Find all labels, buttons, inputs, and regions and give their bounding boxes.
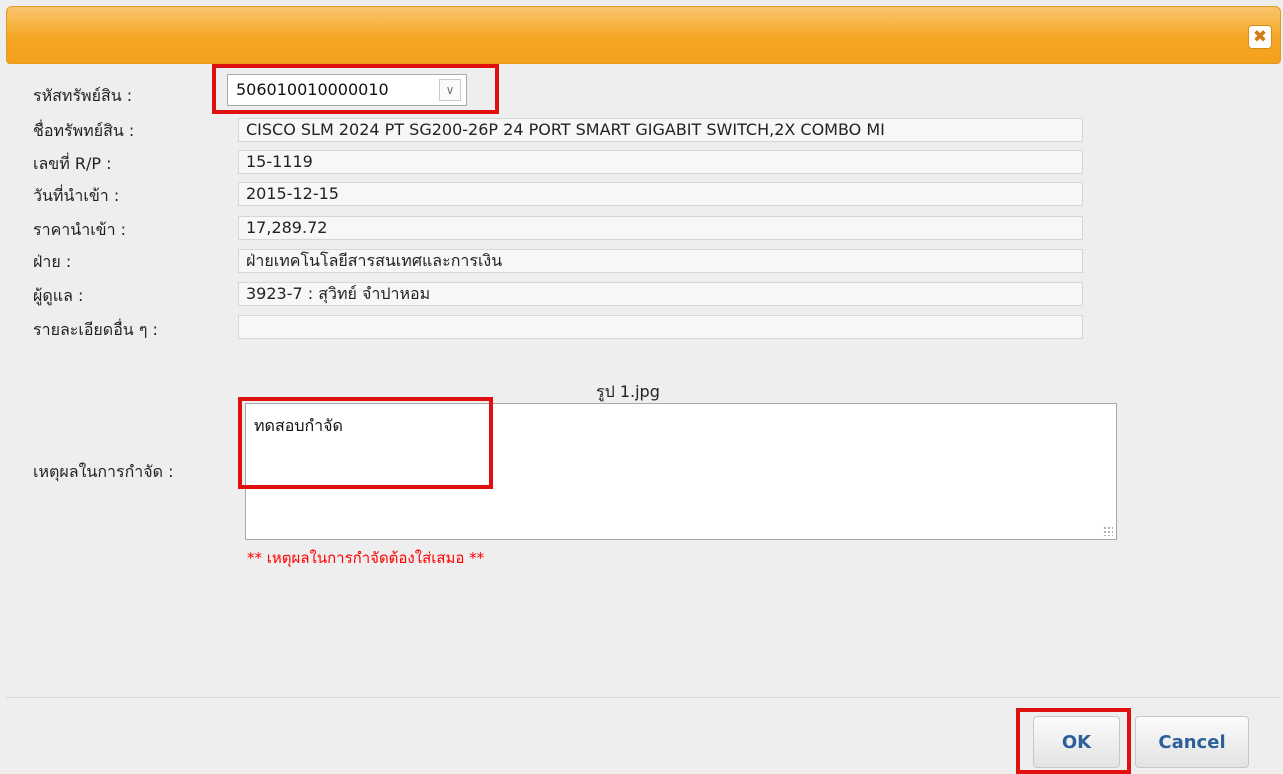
import-date-field: 2015-12-15 [238,182,1083,206]
import-date-label: วันที่นำเข้า : [33,186,120,205]
other-details-label: รายละเอียดอื่น ๆ : [33,320,158,339]
rp-field: 15-1119 [238,150,1083,174]
import-price-field: 17,289.72 [238,216,1083,240]
department-label: ฝ่าย : [33,252,72,271]
disposal-reason-label: เหตุผลในการกำจัด : [33,462,174,481]
asset-code-label: รหัสทรัพย์สิน : [33,86,133,105]
highlight-disposal-reason [238,397,493,489]
image-caption: รูป 1.jpg [596,382,660,401]
caretaker-label: ผู้ดูแล : [33,286,84,305]
import-price-label: ราคานำเข้า : [33,220,127,239]
highlight-asset-code [212,64,499,114]
resize-handle-icon[interactable] [1103,526,1113,536]
caretaker-field: 3923-7 : สุวิทย์ จำปาหอม [238,282,1083,306]
required-warning: ** เหตุผลในการกำจัดต้องใส่เสมอ ** [247,549,485,567]
dialog-titlebar: ✖ [6,6,1281,64]
department-field: ฝ่ายเทคโนโลยีสารสนเทศและการเงิน [238,249,1083,273]
close-icon[interactable]: ✖ [1248,25,1272,49]
other-details-field [238,315,1083,339]
cancel-button[interactable]: Cancel [1135,716,1249,768]
asset-name-field: CISCO SLM 2024 PT SG200-26P 24 PORT SMAR… [238,118,1083,142]
footer-divider [6,697,1281,698]
asset-name-label: ชื่อทรัพทย์สิน : [33,121,135,140]
rp-label: เลขที่ R/P : [33,154,112,173]
highlight-ok-button [1016,708,1131,774]
